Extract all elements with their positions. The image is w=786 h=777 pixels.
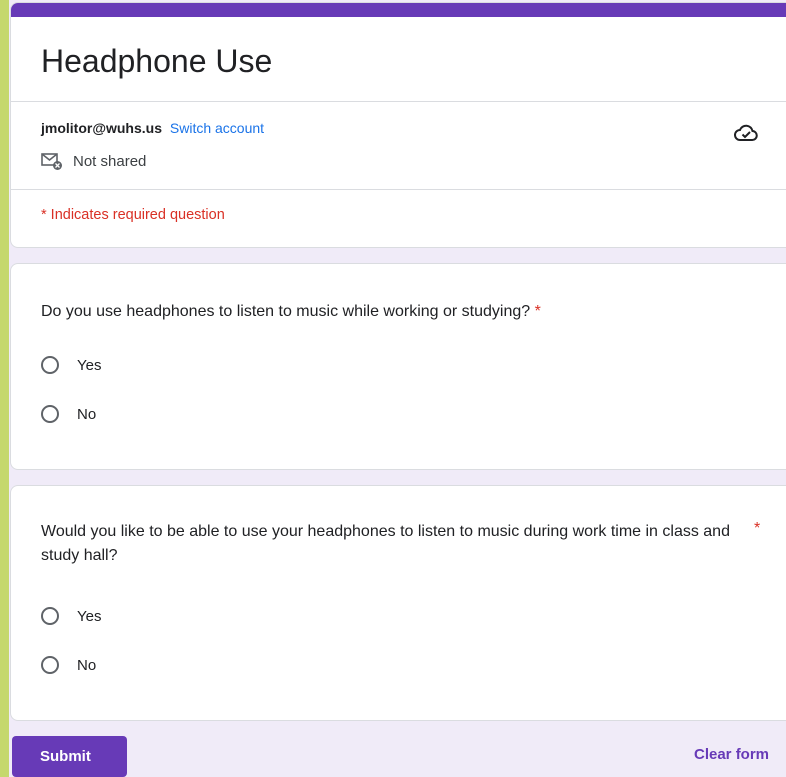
radio-button[interactable] — [41, 356, 59, 374]
question-text: Do you use headphones to listen to music… — [41, 303, 531, 320]
required-note: * Indicates required question — [41, 207, 225, 223]
option-no[interactable]: No — [41, 656, 96, 674]
form-header-card: Headphone Use jmolitor@wuhs.us Switch ac… — [10, 2, 786, 248]
question-title: Would you like to be able to use your he… — [41, 523, 730, 564]
question-card-1: Do you use headphones to listen to music… — [10, 263, 786, 470]
shared-status-row: Not shared — [41, 151, 146, 171]
option-yes[interactable]: Yes — [41, 607, 101, 625]
question-title: Do you use headphones to listen to music… — [41, 300, 541, 324]
header-divider-2 — [11, 189, 786, 190]
required-star: * — [754, 520, 761, 537]
account-row: jmolitor@wuhs.us Switch account — [41, 120, 264, 136]
required-star: * — [534, 303, 541, 320]
option-label: No — [77, 656, 97, 674]
switch-account-link[interactable]: Switch account — [170, 120, 264, 136]
clear-form-button[interactable]: Clear form — [694, 746, 769, 763]
option-yes[interactable]: Yes — [41, 356, 101, 374]
option-no[interactable]: No — [41, 405, 96, 423]
option-label: Yes — [77, 356, 102, 374]
submit-button[interactable]: Submit — [12, 736, 127, 777]
shared-status-text: Not shared — [73, 152, 147, 170]
cloud-saved-icon — [734, 124, 758, 141]
radio-button[interactable] — [41, 607, 59, 625]
option-label: No — [77, 405, 97, 423]
mail-not-shared-icon — [41, 153, 62, 170]
left-page-strip — [0, 0, 9, 777]
radio-button[interactable] — [41, 405, 59, 423]
question-card-2: Would you like to be able to use your he… — [10, 485, 786, 721]
form-title: Headphone Use — [41, 43, 273, 79]
header-divider — [11, 101, 786, 102]
radio-button[interactable] — [41, 656, 59, 674]
account-email: jmolitor@wuhs.us — [41, 120, 162, 136]
header-accent-bar — [11, 3, 786, 17]
option-label: Yes — [77, 607, 102, 625]
